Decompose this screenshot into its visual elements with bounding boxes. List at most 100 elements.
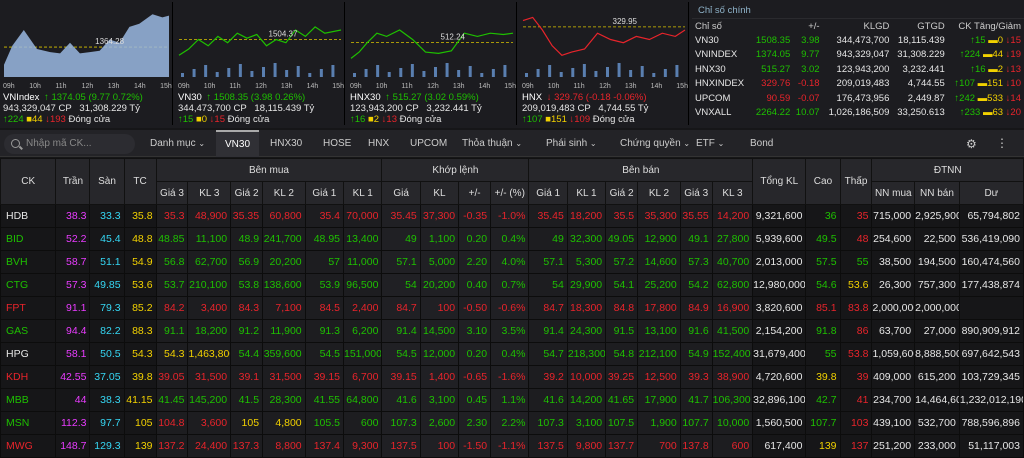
table-row[interactable]: MWG 148.7 129.3 139 137.2 24,400 137.3 8,800 137… — [0, 434, 1024, 458]
tab-hose[interactable]: HOSE — [323, 130, 351, 157]
subcol-header[interactable]: Dư — [958, 181, 1024, 205]
index-chart-vnindex[interactable]: 1364.28 09h 10h 11h 12h 13h 14h 15h VNIndex ↑ 13… — [0, 2, 173, 125]
table-row[interactable]: MSN 112.3 97.7 105 104.8 3,600 105 4,800 105.5 60… — [0, 411, 1024, 435]
table-row[interactable]: GAS 94.4 82.2 88.3 91.1 18,200 91.2 11,900 91.3 6… — [0, 319, 1024, 343]
time-tick: 11h — [401, 83, 412, 90]
index-row[interactable]: VNINDEX 1374.05 9.77 943,329,047 31,308.229 ↑… — [692, 48, 1024, 63]
table-cell: 35.4 — [304, 204, 345, 228]
stock-symbol[interactable]: MSN — [0, 411, 57, 435]
stock-symbol[interactable]: KDH — [0, 365, 57, 389]
index-klgd: 344,473,700 — [836, 34, 890, 46]
col-tc[interactable]: TC — [123, 158, 157, 205]
market-status: Đóng cửa — [227, 114, 270, 125]
tab-bond[interactable]: Bond — [750, 130, 773, 157]
subcol-header[interactable]: KL 3 — [187, 181, 232, 205]
tab-vn30[interactable]: VN30 — [216, 130, 260, 157]
stock-search-input[interactable]: Nhập mã CK... — [4, 134, 135, 154]
subcol-header[interactable]: Giá 1 — [528, 181, 568, 205]
col-tong-kl[interactable]: Tổng KL — [752, 158, 807, 205]
subcol-header[interactable]: NN mua — [871, 181, 916, 205]
table-row[interactable]: FPT 91.1 79.3 85.2 84.2 3,400 84.3 7,100 84.5 2,4… — [0, 296, 1024, 320]
index-chart-vn30[interactable]: 1504.37 09h 10h 11h 12h 13h 14h 15h VN30 ↑ 1508.… — [175, 2, 345, 125]
index-chart-hnx[interactable]: 329.95 09h 10h 11h 12h 13h 14h 15h HNX ↓ 329.76 … — [519, 2, 689, 125]
table-row[interactable]: KDH 42.55 37.05 39.8 39.05 31,500 39.1 31,500 39… — [0, 365, 1024, 389]
table-row[interactable]: HPG 58.1 50.5 54.3 54.3 1,463,800 54.4 359,600 5… — [0, 342, 1024, 366]
market-status: Đóng cửa — [399, 114, 442, 125]
index-row[interactable]: VN30 1508.35 3.98 344,473,700 18,115.439 ↑15 … — [692, 33, 1024, 48]
subcol-header[interactable]: KL 1 — [566, 181, 607, 205]
more-icon[interactable]: ⋮ — [996, 136, 1008, 150]
index-row[interactable]: HNX30 515.27 3.02 123,943,200 3,232.441 ↑16 ▬… — [692, 62, 1024, 77]
tab-etf[interactable]: ETF ⌄ — [696, 130, 724, 157]
subcol-header[interactable]: KL — [419, 181, 460, 205]
index-gtgd: 4,744.55 — [907, 78, 945, 90]
index-row[interactable]: UPCOM 90.59 -0.07 176,473,956 2,449.87 ↑242 ▬… — [692, 91, 1024, 106]
table-cell: 105 — [230, 411, 264, 435]
table-row[interactable]: HDB 38.3 33.3 35.8 35.3 48,900 35.35 60,800 35.4… — [0, 204, 1024, 228]
index-row[interactable]: HNXINDEX 329.76 -0.18 209,019,483 4,744.55 ↑1… — [692, 77, 1024, 92]
col-thap[interactable]: Thấp — [839, 158, 873, 205]
unchanged: 151 — [551, 114, 567, 125]
stock-symbol[interactable]: BID — [0, 227, 57, 251]
stock-symbol[interactable]: GAS — [0, 319, 57, 343]
tab-ch-ng-quy-n[interactable]: Chứng quyền ⌄ — [620, 130, 690, 157]
table-cell: 103 — [839, 411, 873, 435]
subcol-header[interactable]: Giá 1 — [304, 181, 345, 205]
index-chart-hnx30[interactable]: 512.24 09h 10h 11h 12h 13h 14h 15h HNX30 ↑ 515.2… — [347, 2, 517, 125]
col-ck[interactable]: CK — [0, 158, 57, 205]
subcol-header[interactable]: NN bán — [914, 181, 960, 205]
volume-bar — [617, 63, 621, 77]
index-change: (-0.18 -0.06%) — [585, 92, 647, 103]
table-row[interactable]: BID 52.2 45.4 48.8 48.85 11,100 48.9 241,700 48.… — [0, 227, 1024, 251]
table-row[interactable]: MBB 44 38.3 41.15 41.45 145,200 41.5 28,300 41.5… — [0, 388, 1024, 412]
col-tran[interactable]: Trần — [55, 158, 91, 205]
subcol-header[interactable]: Giá 3 — [679, 181, 713, 205]
index-volume: 123,943,200 CP — [350, 103, 419, 114]
stock-symbol[interactable]: CTG — [0, 273, 57, 297]
subcol-header[interactable]: KL 2 — [637, 181, 681, 205]
stock-symbol[interactable]: BVH — [0, 250, 57, 274]
tab-ph-i-sinh[interactable]: Phái sinh ⌄ — [546, 130, 597, 157]
tab-th-a-thu-n[interactable]: Thỏa thuận ⌄ — [462, 130, 522, 157]
table-row[interactable]: CTG 57.3 49.85 53.6 53.7 210,100 53.8 138,600 53… — [0, 273, 1024, 297]
index-name: VN30 — [178, 92, 202, 103]
table-cell: 28,300 — [262, 388, 306, 412]
stock-symbol[interactable]: FPT — [0, 296, 57, 320]
table-cell: 57.1 — [381, 250, 421, 274]
decliners: 20 — [1010, 107, 1021, 119]
tab-hnx[interactable]: HNX — [368, 130, 389, 157]
col-cao[interactable]: Cao — [805, 158, 841, 205]
gear-icon[interactable]: ⚙ — [966, 137, 977, 151]
table-cell: 139 — [123, 434, 157, 458]
table-cell: 42.55 — [55, 365, 91, 389]
subcol-header[interactable]: Giá 3 — [155, 181, 189, 205]
subcol-header[interactable]: KL 2 — [262, 181, 306, 205]
subcol-header[interactable]: +/- (%) — [490, 181, 530, 205]
table-cell: 91.4 — [381, 319, 421, 343]
tab-danh-m-c[interactable]: Danh mục ⌄ — [150, 130, 205, 157]
table-cell: 50.5 — [89, 342, 125, 366]
subcol-header[interactable]: KL 3 — [711, 181, 754, 205]
table-cell: 18,300 — [566, 296, 607, 320]
index-header: +/- — [808, 20, 820, 32]
stock-symbol[interactable]: HPG — [0, 342, 57, 366]
table-cell: 254,600 — [871, 227, 916, 251]
stock-symbol[interactable]: HDB — [0, 204, 57, 228]
subcol-header[interactable]: Giá — [381, 181, 421, 205]
table-cell: 615,200 — [914, 365, 960, 389]
stock-symbol[interactable]: MBB — [0, 388, 57, 412]
col-san[interactable]: Sàn — [89, 158, 125, 205]
volume-bar — [468, 66, 472, 77]
tab-hnx30[interactable]: HNX30 — [270, 130, 302, 157]
stock-symbol[interactable]: MWG — [0, 434, 57, 458]
search-icon — [11, 139, 20, 148]
subcol-header[interactable]: Giá 2 — [230, 181, 264, 205]
subcol-header[interactable]: KL 1 — [342, 181, 383, 205]
volume-bar — [491, 69, 495, 77]
subcol-header[interactable]: +/- — [458, 181, 492, 205]
subcol-header[interactable]: Giá 2 — [605, 181, 639, 205]
table-cell: 40,700 — [711, 250, 754, 274]
tab-upcom[interactable]: UPCOM — [410, 130, 447, 157]
index-row[interactable]: VNXALL 2264.22 10.07 1,026,186,509 33,250.61… — [692, 106, 1024, 121]
table-row[interactable]: BVH 58.7 51.1 54.9 56.8 62,700 56.9 20,200 57 11,… — [0, 250, 1024, 274]
